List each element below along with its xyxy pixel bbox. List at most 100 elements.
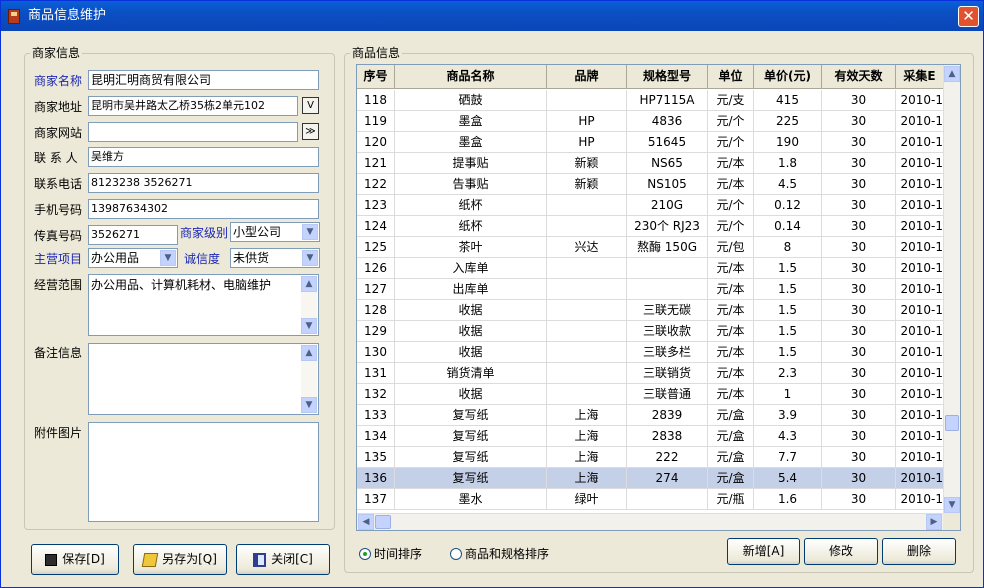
table-row[interactable]: 119 墨盒 HP 4836 元/个 225 30 2010-1	[357, 111, 944, 132]
table-cell: 纸杯	[395, 195, 547, 215]
column-header[interactable]: 单位	[708, 65, 754, 89]
column-header[interactable]: 采集E	[896, 65, 944, 89]
window-close-button[interactable]: ✕	[958, 6, 979, 27]
merchant-field-input[interactable]: 13987634302	[88, 199, 319, 219]
table-cell: 1.5	[754, 300, 822, 320]
merchant-field-input[interactable]: 8123238 3526271	[88, 173, 319, 193]
table-cell	[547, 321, 627, 341]
table-cell: 新颖	[547, 174, 627, 194]
table-cell: 134	[357, 426, 395, 446]
notes-scrollbar[interactable]: ▲ ▼	[301, 345, 317, 413]
save-as-button[interactable]: 另存为[Q]	[133, 544, 227, 575]
table-row[interactable]: 131 销货清单 三联销货 元/本 2.3 30 2010-1	[357, 363, 944, 384]
column-header[interactable]: 有效天数	[822, 65, 896, 89]
image-label: 附件图片	[34, 426, 83, 440]
table-row[interactable]: 130 收据 三联多栏 元/本 1.5 30 2010-1	[357, 342, 944, 363]
table-row[interactable]: 125 茶叶 兴达 熬酶 150G 元/包 8 30 2010-1	[357, 237, 944, 258]
grid-rows: 118 硒鼓 HP7115A 元/支 415 30 2010-1 119 墨盒 HP 4836 元/个…	[357, 90, 944, 510]
table-row[interactable]: 124 纸杯 230个 RJ23 元/个 0.14 30 2010-1	[357, 216, 944, 237]
table-cell: 硒鼓	[395, 90, 547, 110]
scroll-thumb[interactable]	[945, 415, 959, 431]
save-button[interactable]: 保存[D]	[31, 544, 119, 575]
chevron-down-icon[interactable]: ▼	[302, 224, 318, 240]
table-row[interactable]: 118 硒鼓 HP7115A 元/支 415 30 2010-1	[357, 90, 944, 111]
table-cell: 元/本	[708, 279, 754, 299]
chevron-right-icon[interactable]: ▶	[926, 514, 942, 530]
main-item-combo[interactable]: 办公用品 ▼	[88, 248, 178, 268]
close-button-label: 关闭[C]	[271, 552, 313, 566]
grid-vertical-scrollbar[interactable]: ▲ ▼	[943, 65, 960, 514]
chevron-down-icon[interactable]: ▼	[160, 250, 176, 266]
chevron-up-icon[interactable]: ▲	[301, 276, 317, 292]
table-cell: 三联多栏	[627, 342, 708, 362]
chevron-up-icon[interactable]: ▲	[944, 66, 960, 82]
merchant-field-input[interactable]: 昆明市吴井路太乙桥35栋2单元102	[88, 96, 298, 116]
product-group-title: 商品信息	[350, 46, 403, 60]
table-row[interactable]: 132 收据 三联普通 元/本 1 30 2010-1	[357, 384, 944, 405]
table-row[interactable]: 135 复写纸 上海 222 元/盒 7.7 30 2010-1	[357, 447, 944, 468]
table-cell: 51645	[627, 132, 708, 152]
chevron-up-icon[interactable]: ▲	[301, 345, 317, 361]
table-cell: 2010-1	[896, 195, 944, 215]
table-row[interactable]: 126 入库单 元/本 1.5 30 2010-1	[357, 258, 944, 279]
table-cell: 元/个	[708, 195, 754, 215]
table-cell: 222	[627, 447, 708, 467]
scroll-thumb[interactable]	[375, 515, 391, 529]
column-header[interactable]: 序号	[357, 65, 395, 89]
table-row[interactable]: 127 出库单 元/本 1.5 30 2010-1	[357, 279, 944, 300]
sort-by-time-radio[interactable]: 时间排序	[359, 545, 422, 562]
table-cell: 4.3	[754, 426, 822, 446]
chevron-down-icon[interactable]: ▼	[302, 250, 318, 266]
table-row[interactable]: 134 复写纸 上海 2838 元/盒 4.3 30 2010-1	[357, 426, 944, 447]
merchant-field-input[interactable]: 3526271	[88, 225, 178, 245]
table-cell: 30	[822, 363, 896, 383]
merchant-field-label: 联系电话	[34, 177, 83, 191]
column-header[interactable]: 商品名称	[395, 65, 547, 89]
table-row[interactable]: 123 纸杯 210G 元/个 0.12 30 2010-1	[357, 195, 944, 216]
address-dropdown-button[interactable]: V	[302, 97, 319, 114]
merchant-field-input[interactable]	[88, 122, 298, 142]
chevron-down-icon[interactable]: ▼	[944, 497, 960, 513]
column-header[interactable]: 单价(元)	[754, 65, 822, 89]
website-open-button[interactable]: ≫	[302, 123, 319, 140]
table-cell: 上海	[547, 405, 627, 425]
delete-button[interactable]: 删除	[882, 538, 956, 565]
product-grid[interactable]: 序号 商品名称 品牌 规格型号 单位 单价(元) 有效天数 采集E 118 硒鼓 HP7115A 元…	[356, 64, 961, 531]
table-cell: 130	[357, 342, 395, 362]
close-button[interactable]: 关闭[C]	[236, 544, 330, 575]
chevron-left-icon[interactable]: ◀	[358, 514, 374, 530]
grid-horizontal-scrollbar[interactable]: ◀ ▶	[357, 513, 960, 530]
table-cell: 210G	[627, 195, 708, 215]
column-header[interactable]: 规格型号	[627, 65, 708, 89]
table-cell: 30	[822, 300, 896, 320]
credit-combo[interactable]: 未供货 ▼	[230, 248, 320, 268]
table-cell: 30	[822, 489, 896, 509]
column-header[interactable]: 品牌	[547, 65, 627, 89]
level-combo[interactable]: 小型公司 ▼	[230, 222, 320, 242]
merchant-field-input[interactable]: 昆明汇明商贸有限公司	[88, 70, 319, 90]
merchant-field-input[interactable]: 吴维方	[88, 147, 319, 167]
scope-textarea[interactable]: 办公用品、计算机耗材、电脑维护 ▲ ▼	[88, 274, 319, 336]
table-row[interactable]: 129 收据 三联收款 元/本 1.5 30 2010-1	[357, 321, 944, 342]
table-cell: 30	[822, 174, 896, 194]
table-row[interactable]: 136 复写纸 上海 274 元/盒 5.4 30 2010-1	[357, 468, 944, 489]
table-row[interactable]: 137 墨水 绿叶 元/瓶 1.6 30 2010-1	[357, 489, 944, 510]
table-row[interactable]: 128 收据 三联无碳 元/本 1.5 30 2010-1	[357, 300, 944, 321]
sort-by-name-spec-radio[interactable]: 商品和规格排序	[450, 545, 549, 562]
table-cell: HP7115A	[627, 90, 708, 110]
edit-button[interactable]: 修改	[804, 538, 878, 565]
chevron-down-icon[interactable]: ▼	[301, 397, 317, 413]
table-row[interactable]: 133 复写纸 上海 2839 元/盒 3.9 30 2010-1	[357, 405, 944, 426]
table-row[interactable]: 122 告事贴 新颖 NS105 元/本 4.5 30 2010-1	[357, 174, 944, 195]
notes-textarea[interactable]: ▲ ▼	[88, 343, 319, 415]
level-label: 商家级别	[180, 226, 229, 240]
app-icon	[8, 9, 20, 24]
table-row[interactable]: 121 提事贴 新颖 NS65 元/本 1.8 30 2010-1	[357, 153, 944, 174]
chevron-down-icon[interactable]: ▼	[301, 318, 317, 334]
add-button[interactable]: 新增[A]	[727, 538, 800, 565]
scope-scrollbar[interactable]: ▲ ▼	[301, 276, 317, 334]
table-cell: 兴达	[547, 237, 627, 257]
table-row[interactable]: 120 墨盒 HP 51645 元/个 190 30 2010-1	[357, 132, 944, 153]
table-cell: 1.5	[754, 258, 822, 278]
image-box[interactable]	[88, 422, 319, 522]
